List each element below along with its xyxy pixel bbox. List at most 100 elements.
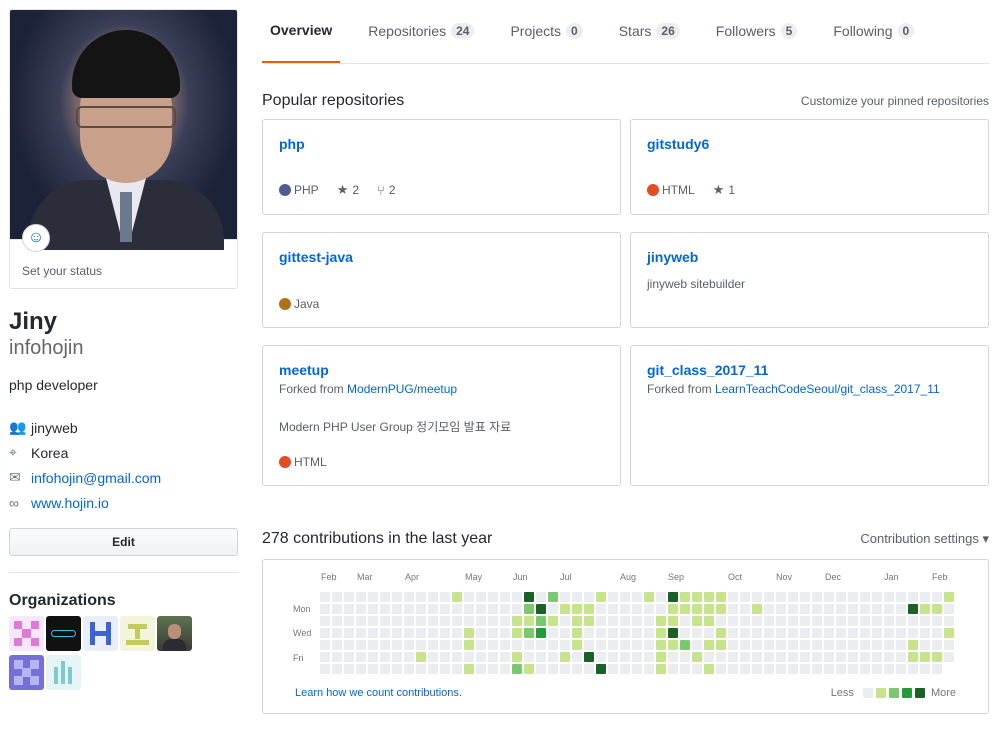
contribution-day[interactable]: [404, 640, 414, 650]
contribution-day[interactable]: [644, 628, 654, 638]
contribution-day[interactable]: [464, 628, 474, 638]
contribution-day[interactable]: [872, 652, 882, 662]
contribution-day[interactable]: [884, 640, 894, 650]
contribution-day[interactable]: [740, 652, 750, 662]
contribution-day[interactable]: [716, 652, 726, 662]
contribution-day[interactable]: [440, 628, 450, 638]
contribution-day[interactable]: [860, 652, 870, 662]
contribution-day[interactable]: [932, 604, 942, 614]
contribution-day[interactable]: [644, 616, 654, 626]
contribution-day[interactable]: [800, 664, 810, 674]
contribution-day[interactable]: [920, 628, 930, 638]
contribution-day[interactable]: [392, 616, 402, 626]
contribution-day[interactable]: [584, 616, 594, 626]
contribution-day[interactable]: [716, 628, 726, 638]
contribution-day[interactable]: [836, 604, 846, 614]
contribution-day[interactable]: [440, 604, 450, 614]
contribution-day[interactable]: [728, 628, 738, 638]
contribution-day[interactable]: [464, 592, 474, 602]
contribution-day[interactable]: [728, 664, 738, 674]
tab-overview[interactable]: Overview: [262, 0, 341, 63]
contribution-day[interactable]: [500, 604, 510, 614]
contribution-day[interactable]: [596, 628, 606, 638]
contribution-day[interactable]: [500, 664, 510, 674]
contribution-day[interactable]: [884, 604, 894, 614]
tab-followers[interactable]: Followers 5: [708, 0, 806, 63]
contribution-day[interactable]: [848, 640, 858, 650]
contribution-day[interactable]: [920, 592, 930, 602]
contribution-day[interactable]: [812, 628, 822, 638]
contribution-day[interactable]: [740, 640, 750, 650]
contribution-day[interactable]: [860, 592, 870, 602]
contribution-day[interactable]: [536, 616, 546, 626]
contribution-day[interactable]: [908, 616, 918, 626]
tab-stars[interactable]: Stars 26: [611, 0, 688, 63]
contribution-settings-dropdown[interactable]: Contribution settings ▾: [860, 531, 989, 547]
contribution-day[interactable]: [512, 628, 522, 638]
contribution-day[interactable]: [356, 640, 366, 650]
contribution-day[interactable]: [368, 604, 378, 614]
contribution-day[interactable]: [812, 640, 822, 650]
contribution-day[interactable]: [740, 604, 750, 614]
contribution-day[interactable]: [380, 592, 390, 602]
contribution-day[interactable]: [320, 616, 330, 626]
contribution-day[interactable]: [788, 616, 798, 626]
contribution-day[interactable]: [812, 616, 822, 626]
contribution-day[interactable]: [404, 628, 414, 638]
contribution-day[interactable]: [380, 604, 390, 614]
contribution-day[interactable]: [668, 592, 678, 602]
contribution-day[interactable]: [668, 628, 678, 638]
contribution-day[interactable]: [800, 592, 810, 602]
contribution-day[interactable]: [332, 640, 342, 650]
contribution-day[interactable]: [404, 664, 414, 674]
contribution-day[interactable]: [944, 652, 954, 662]
contribution-day[interactable]: [536, 652, 546, 662]
contribution-day[interactable]: [848, 628, 858, 638]
contribution-day[interactable]: [548, 664, 558, 674]
contribution-day[interactable]: [488, 628, 498, 638]
contribution-day[interactable]: [536, 604, 546, 614]
contribution-day[interactable]: [584, 640, 594, 650]
customize-pins-link[interactable]: Customize your pinned repositories: [801, 94, 989, 108]
contribution-day[interactable]: [560, 592, 570, 602]
contribution-day[interactable]: [560, 652, 570, 662]
contribution-day[interactable]: [656, 652, 666, 662]
org-avatar[interactable]: [46, 655, 81, 690]
org-avatar[interactable]: [9, 655, 44, 690]
contribution-day[interactable]: [452, 664, 462, 674]
contribution-day[interactable]: [380, 616, 390, 626]
tab-repositories[interactable]: Repositories 24: [360, 0, 482, 63]
contribution-day[interactable]: [416, 604, 426, 614]
repo-link[interactable]: git_class_2017_11: [647, 362, 768, 378]
contribution-day[interactable]: [800, 640, 810, 650]
contribution-day[interactable]: [944, 628, 954, 638]
contribution-day[interactable]: [800, 616, 810, 626]
contribution-day[interactable]: [524, 664, 534, 674]
contribution-day[interactable]: [476, 604, 486, 614]
contribution-day[interactable]: [896, 592, 906, 602]
contribution-day[interactable]: [404, 652, 414, 662]
contribution-day[interactable]: [824, 604, 834, 614]
contribution-day[interactable]: [392, 604, 402, 614]
contribution-day[interactable]: [488, 664, 498, 674]
contribution-day[interactable]: [680, 604, 690, 614]
contribution-day[interactable]: [500, 592, 510, 602]
contribution-day[interactable]: [680, 664, 690, 674]
contribution-day[interactable]: [704, 592, 714, 602]
contribution-day[interactable]: [548, 604, 558, 614]
contribution-day[interactable]: [872, 616, 882, 626]
contribution-day[interactable]: [692, 592, 702, 602]
contribution-day[interactable]: [524, 652, 534, 662]
contribution-day[interactable]: [320, 592, 330, 602]
contribution-day[interactable]: [668, 604, 678, 614]
contribution-day[interactable]: [728, 604, 738, 614]
contribution-day[interactable]: [944, 604, 954, 614]
contribution-day[interactable]: [752, 640, 762, 650]
contribution-day[interactable]: [692, 652, 702, 662]
edit-profile-button[interactable]: Edit: [9, 528, 238, 556]
contribution-day[interactable]: [944, 616, 954, 626]
stars-link[interactable]: ★ 2: [337, 182, 359, 198]
contribution-day[interactable]: [332, 604, 342, 614]
contribution-day[interactable]: [908, 592, 918, 602]
contribution-day[interactable]: [764, 640, 774, 650]
